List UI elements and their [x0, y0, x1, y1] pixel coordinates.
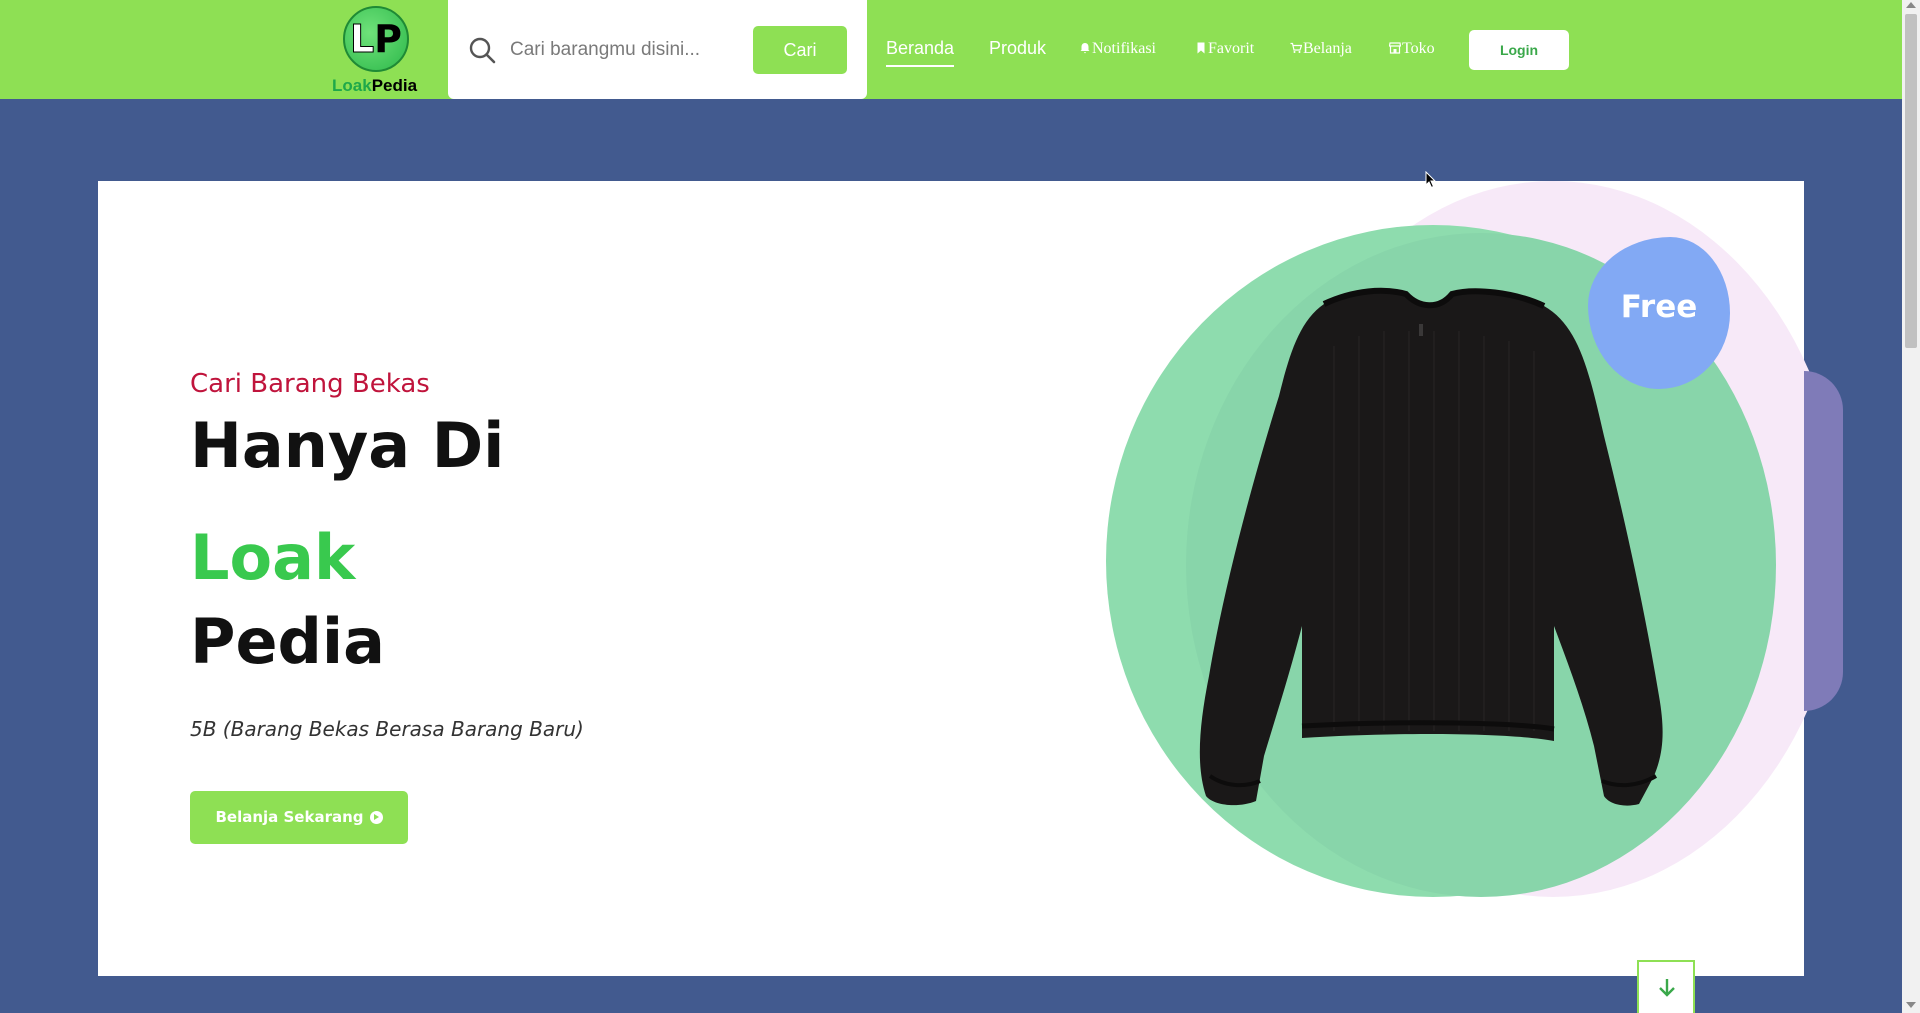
search-input[interactable]: [510, 32, 710, 68]
hero-headline-line3: Pedia: [190, 605, 385, 678]
logo[interactable]: LP LoakPedia: [330, 6, 426, 95]
login-button[interactable]: Login: [1469, 30, 1569, 70]
nav-label-favorit: Favorit: [1208, 40, 1255, 57]
nav-label-notifikasi: Notifikasi: [1092, 40, 1156, 57]
free-badge-label: Free: [1620, 289, 1698, 325]
nav-item-belanja[interactable]: Belanja: [1290, 40, 1352, 58]
hero-headline-line2: Loak: [190, 521, 356, 594]
bookmark-icon: [1197, 42, 1205, 54]
search-icon: [469, 37, 496, 64]
store-icon: [1389, 42, 1401, 54]
hero-banner: Free Cari Barang Bekas Hanya Di Loak Ped…: [98, 181, 1843, 976]
mouse-cursor: [1425, 171, 1437, 189]
scroll-up-arrow-icon[interactable]: [1906, 2, 1916, 8]
scrollbar-thumb[interactable]: [1905, 14, 1917, 348]
scroll-down-arrow-icon[interactable]: [1906, 1002, 1916, 1008]
logo-wordmark: LoakPedia: [332, 76, 418, 95]
nav-item-toko[interactable]: Toko: [1389, 40, 1435, 58]
bell-icon: [1080, 43, 1090, 54]
nav-item-beranda[interactable]: Beranda: [886, 38, 955, 67]
page-scrollbar[interactable]: [1902, 0, 1920, 1013]
cart-icon: [1290, 42, 1302, 53]
sweater-image: [1199, 287, 1663, 806]
logo-letters: LP: [349, 17, 403, 62]
decorative-edge: [1804, 371, 1843, 711]
nav-label-toko: Toko: [1402, 40, 1435, 57]
shop-now-button[interactable]: Belanja Sekarang: [190, 791, 408, 844]
arrow-circle-icon: [369, 811, 383, 824]
nav-item-favorit[interactable]: Favorit: [1195, 40, 1254, 58]
shop-now-label: Belanja Sekarang: [215, 808, 364, 826]
search-button[interactable]: Cari: [753, 26, 847, 74]
hero-tagline: 5B (Barang Bekas Berasa Barang Baru): [190, 717, 584, 741]
hero-subtitle: Cari Barang Bekas: [190, 369, 430, 399]
hero-headline-line1: Hanya Di: [190, 409, 505, 482]
arrow-down-icon: [1659, 979, 1675, 997]
search-bar: Cari: [448, 0, 867, 99]
scroll-down-button[interactable]: [1637, 960, 1695, 1013]
nav-item-notifikasi[interactable]: Notifikasi: [1079, 40, 1156, 58]
nav-item-produk[interactable]: Produk: [989, 38, 1046, 59]
nav-label-belanja: Belanja: [1303, 40, 1352, 57]
top-navbar: LP LoakPedia Cari Beranda Produk Notifik…: [0, 0, 1902, 99]
